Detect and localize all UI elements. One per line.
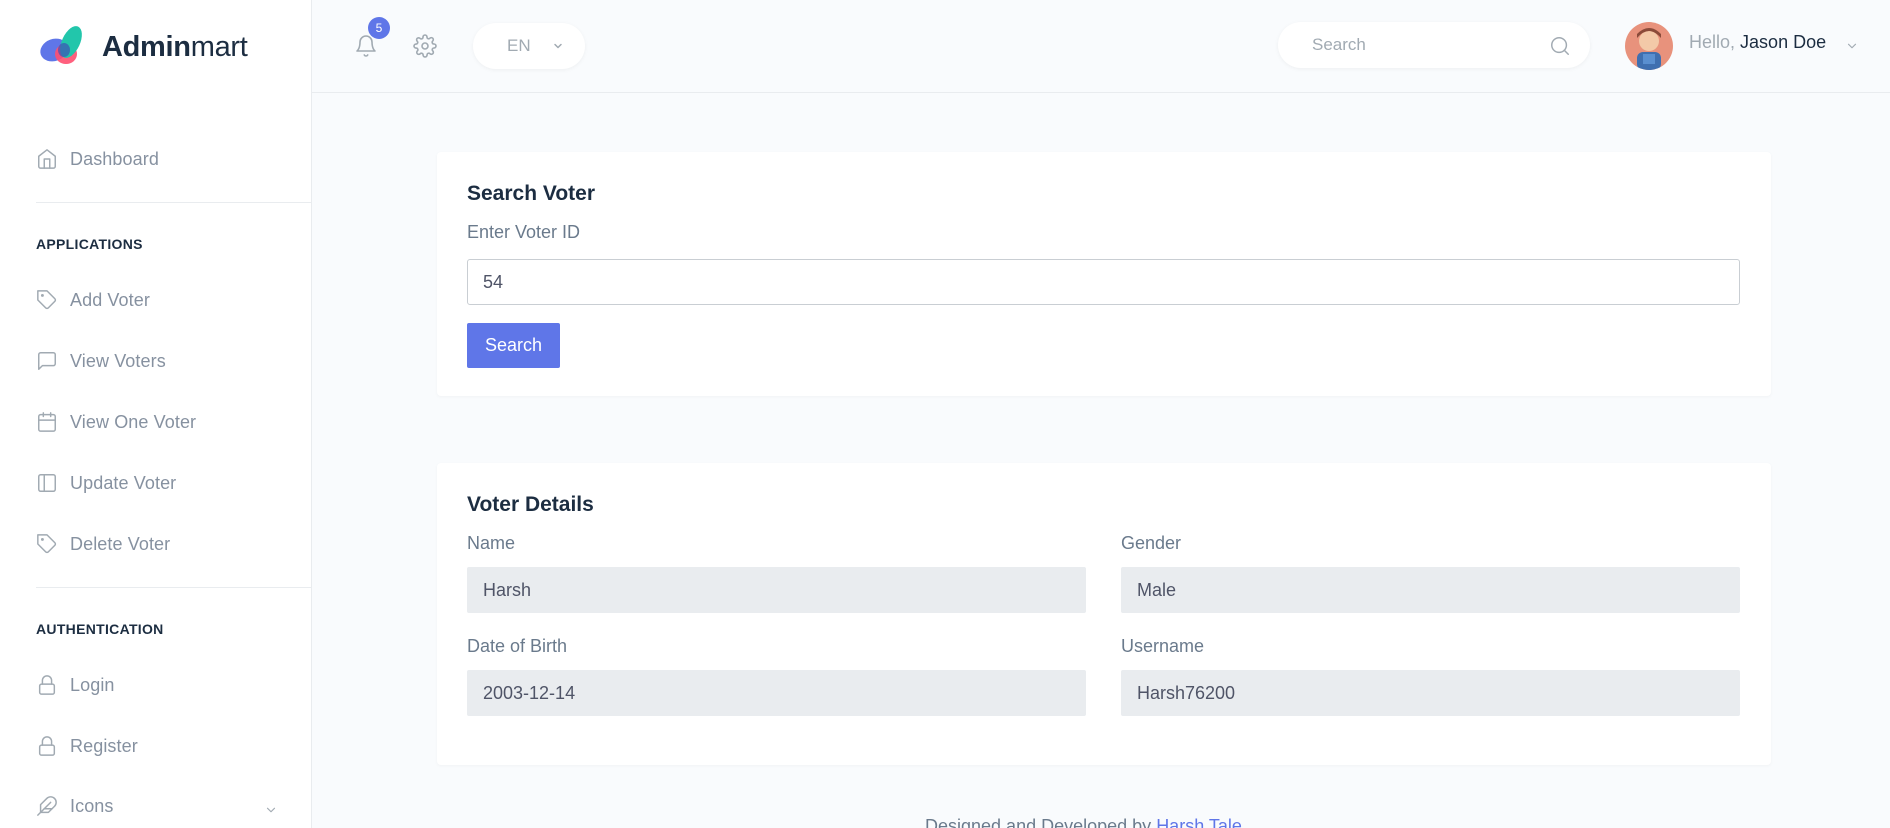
sidebar-item-register[interactable]: Register <box>36 730 138 762</box>
user-greeting[interactable]: Hello, Jason Doe <box>1689 32 1826 53</box>
message-square-icon <box>38 352 56 370</box>
lock-icon <box>38 736 56 756</box>
sidebar-item-label: Icons <box>70 795 114 816</box>
sidebar-item-label: Delete Voter <box>70 533 171 554</box>
footer: Designed and Developed by Harsh Tale <box>925 816 1242 828</box>
chevron-down-icon[interactable] <box>1845 39 1859 53</box>
section-title-authentication: AUTHENTICATION <box>36 621 164 637</box>
notification-badge: 5 <box>368 17 390 39</box>
voter-id-input[interactable] <box>467 259 1740 305</box>
user-avatar-icon <box>1625 22 1673 70</box>
name-label: Name <box>467 533 516 553</box>
gender-label: Gender <box>1121 533 1182 553</box>
tag-icon <box>37 290 57 310</box>
search-icon[interactable] <box>1549 35 1571 57</box>
sidebar: Adminmart Dashboard APPLICATIONS Add Vot… <box>0 0 312 828</box>
tag-icon <box>37 534 57 554</box>
card-title: Search Voter <box>467 182 595 205</box>
sidebar-item-label: View One Voter <box>70 411 197 432</box>
sidebar-item-delete-voter[interactable]: Delete Voter <box>36 528 170 560</box>
card-title: Voter Details <box>467 493 594 516</box>
username-field: Harsh76200 <box>1121 670 1740 716</box>
feather-icon <box>37 796 57 816</box>
name-field: Harsh <box>467 567 1086 613</box>
sidebar-divider <box>36 587 312 588</box>
sidebar-item-label: Update Voter <box>70 472 177 493</box>
sidebar-item-label: View Voters <box>70 350 166 371</box>
sidebar-item-dashboard[interactable]: Dashboard <box>36 143 159 175</box>
search-button[interactable]: Search <box>467 323 560 368</box>
sidebar-item-login[interactable]: Login <box>36 669 115 701</box>
sidebar-divider <box>36 202 312 203</box>
calendar-icon <box>38 412 56 432</box>
sidebar-item-icons[interactable]: Icons <box>36 790 114 822</box>
sidebar-item-add-voter[interactable]: Add Voter <box>36 284 150 316</box>
language-value: EN <box>507 36 531 55</box>
user-name: Jason Doe <box>1740 32 1827 52</box>
search-voter-card: Search Voter Enter Voter ID Search <box>437 152 1771 396</box>
section-title-applications: APPLICATIONS <box>36 236 143 252</box>
gear-icon[interactable] <box>413 34 437 58</box>
voter-id-label: Enter Voter ID <box>467 222 581 242</box>
dob-field: 2003-12-14 <box>467 670 1086 716</box>
search-input[interactable] <box>1278 22 1518 68</box>
avatar[interactable] <box>1625 22 1673 70</box>
sidebar-layout-icon <box>38 474 56 492</box>
chevron-down-icon <box>554 43 562 49</box>
sidebar-item-view-one-voter[interactable]: View One Voter <box>36 406 196 438</box>
sidebar-item-label: Add Voter <box>70 289 150 310</box>
dob-label: Date of Birth <box>467 636 568 656</box>
sidebar-item-label: Dashboard <box>70 148 159 169</box>
footer-text: Designed and Developed by <box>925 816 1152 828</box>
language-select[interactable]: EN <box>473 23 585 69</box>
greeting-text: Hello, <box>1689 32 1736 52</box>
brand-logo-icon <box>40 26 82 64</box>
voter-details-card: Voter Details Name Harsh Gender Male Dat… <box>437 463 1771 765</box>
sidebar-item-view-voters[interactable]: View Voters <box>36 345 166 377</box>
brand-name: Adminmart <box>102 30 248 63</box>
chevron-down-icon[interactable] <box>264 803 278 817</box>
footer-author-link[interactable]: Harsh Tale <box>1156 816 1242 828</box>
gender-field: Male <box>1121 567 1740 613</box>
username-label: Username <box>1121 636 1205 656</box>
search-box <box>1278 22 1590 68</box>
home-icon <box>38 149 56 169</box>
lock-icon <box>38 675 56 695</box>
brand-logo[interactable]: Adminmart <box>36 22 248 72</box>
sidebar-item-label: Register <box>70 735 138 756</box>
sidebar-item-label: Login <box>70 674 115 695</box>
sidebar-item-update-voter[interactable]: Update Voter <box>36 467 176 499</box>
